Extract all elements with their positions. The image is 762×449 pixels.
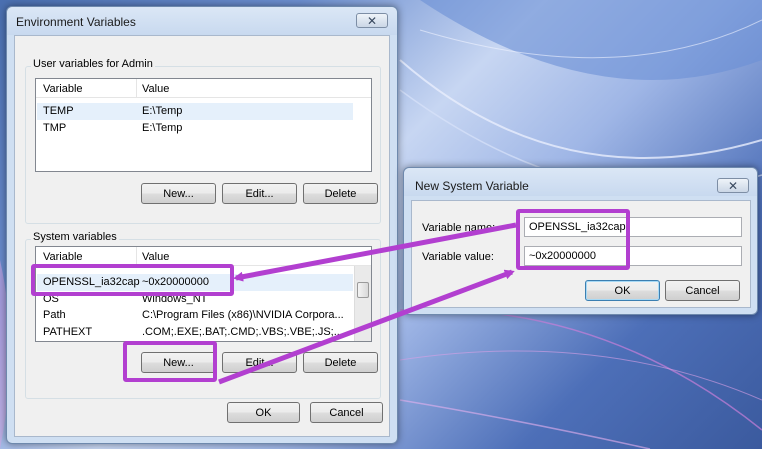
new-var-dialog-title: New System Variable (415, 179, 529, 193)
environment-variables-dialog: Environment Variables ✕ User variables f… (6, 6, 398, 444)
new-system-variable-dialog: New System Variable ✕ Variable name: Var… (403, 167, 758, 315)
new-var-ok-button[interactable]: OK (585, 280, 660, 301)
system-row-variable: OS (43, 293, 59, 305)
system-list-scrollbar[interactable] (354, 266, 371, 341)
user-row-value: E:\Temp (142, 105, 183, 117)
system-edit-button[interactable]: Edit... (222, 352, 297, 373)
variable-value-label: Variable value: (422, 251, 494, 263)
user-list-header: Variable Value (36, 79, 371, 98)
system-new-button[interactable]: New... (141, 352, 216, 373)
user-list-scrollbar[interactable] (354, 98, 371, 171)
scrollbar-thumb[interactable] (357, 282, 369, 298)
variable-name-field[interactable] (524, 217, 742, 237)
variable-name-label: Variable name: (422, 222, 496, 234)
close-icon[interactable]: ✕ (717, 178, 749, 193)
new-var-titlebar[interactable]: New System Variable ✕ (404, 168, 757, 196)
env-dialog-titlebar[interactable]: Environment Variables ✕ (7, 7, 397, 35)
list-item[interactable]: TEMP E:\Temp (37, 103, 353, 120)
system-row-value: C:\Program Files (x86)\NVIDIA Corpora... (142, 309, 344, 321)
user-variables-list[interactable]: Variable Value TEMP E:\Temp TMP E:\Temp (35, 78, 372, 172)
env-ok-button[interactable]: OK (227, 402, 300, 423)
user-row-variable: TEMP (43, 105, 74, 117)
system-variables-list[interactable]: Variable Value OPENSSL_ia32cap ~0x200000… (35, 246, 372, 342)
user-row-variable: TMP (43, 122, 67, 134)
env-dialog-client: User variables for Admin Variable Value … (14, 35, 390, 437)
user-edit-button[interactable]: Edit... (222, 183, 297, 204)
user-row-value: E:\Temp (142, 122, 183, 134)
env-dialog-title: Environment Variables (16, 15, 136, 29)
system-row-variable: PATHEXT (43, 326, 93, 338)
list-item[interactable]: TMP E:\Temp (37, 120, 353, 137)
system-row-value: .COM;.EXE;.BAT;.CMD;.VBS;.VBE;.JS;.... (142, 326, 346, 338)
system-col-value[interactable]: Value (142, 251, 169, 263)
system-row-value: Windows_NT (142, 293, 208, 305)
user-new-button[interactable]: New... (141, 183, 216, 204)
close-icon[interactable]: ✕ (356, 13, 388, 28)
variable-value-field[interactable] (524, 246, 742, 266)
new-var-client: Variable name: Variable value: OK Cancel (411, 200, 751, 308)
new-var-cancel-button[interactable]: Cancel (665, 280, 740, 301)
user-delete-button[interactable]: Delete (303, 183, 378, 204)
system-delete-button[interactable]: Delete (303, 352, 378, 373)
system-row-value: ~0x20000000 (142, 276, 209, 288)
env-cancel-button[interactable]: Cancel (310, 402, 383, 423)
user-col-value[interactable]: Value (142, 83, 169, 95)
system-list-header: Variable Value (36, 247, 371, 266)
system-row-variable: Path (43, 309, 66, 321)
table-row[interactable]: Path C:\Program Files (x86)\NVIDIA Corpo… (37, 307, 353, 324)
system-row-variable: OPENSSL_ia32cap (43, 276, 140, 288)
user-col-variable[interactable]: Variable (43, 83, 83, 95)
table-row[interactable]: PATHEXT .COM;.EXE;.BAT;.CMD;.VBS;.VBE;.J… (37, 324, 353, 341)
system-col-variable[interactable]: Variable (43, 251, 83, 263)
system-variables-label: System variables (31, 231, 119, 243)
user-variables-label: User variables for Admin (31, 58, 155, 70)
table-row[interactable]: OPENSSL_ia32cap ~0x20000000 (37, 274, 353, 291)
